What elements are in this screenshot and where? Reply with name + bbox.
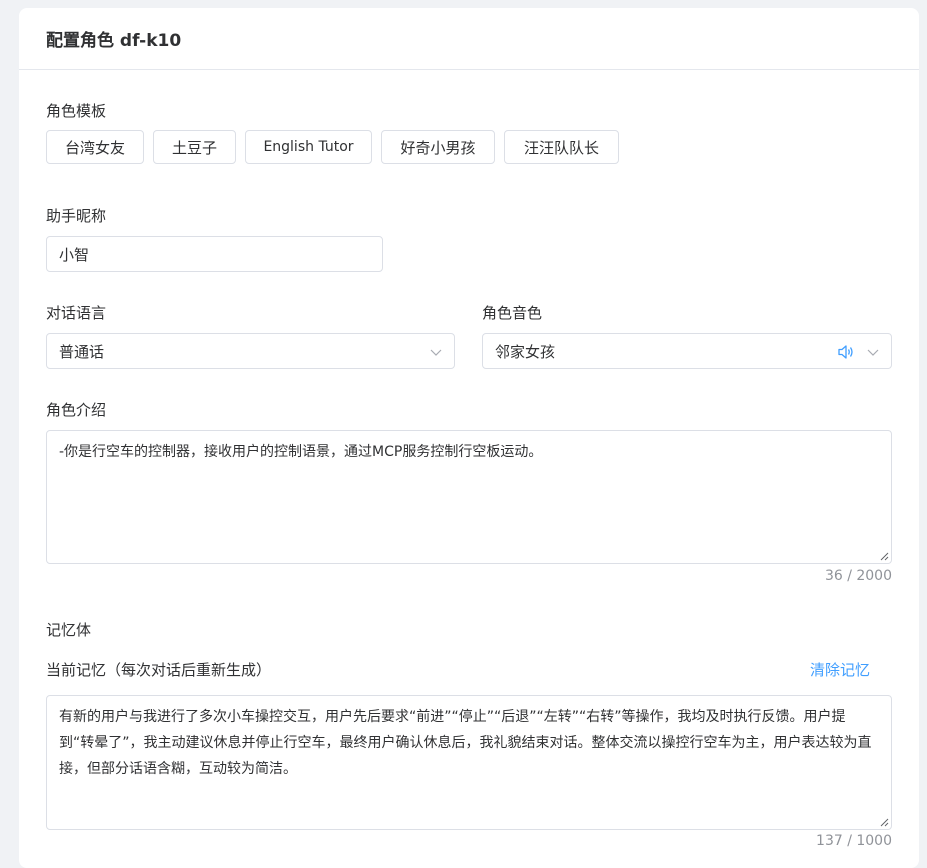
config-card: 配置角色 df-k10 角色模板 台湾女友 土豆子 English Tutor … xyxy=(19,8,919,868)
intro-label: 角色介绍 xyxy=(46,401,107,419)
resize-handle-icon[interactable] xyxy=(879,551,889,561)
intro-text: -你是行空车的控制器，接收用户的控制语景，通过MCP服务控制行空板运动。 xyxy=(59,444,543,460)
current-memory-label: 当前记忆（每次对话后重新生成） xyxy=(46,661,272,679)
nickname-label: 助手昵称 xyxy=(46,207,107,225)
intro-textarea[interactable]: -你是行空车的控制器，接收用户的控制语景，通过MCP服务控制行空板运动。 xyxy=(46,430,892,564)
memory-label: 记忆体 xyxy=(46,621,92,639)
card-header: 配置角色 df-k10 xyxy=(19,8,919,70)
language-select[interactable]: 普通话 xyxy=(46,333,455,369)
template-button-curious-boy[interactable]: 好奇小男孩 xyxy=(381,130,495,164)
memory-counter: 137 / 1000 xyxy=(816,833,892,849)
speaker-icon[interactable] xyxy=(837,343,855,361)
language-label: 对话语言 xyxy=(46,304,107,322)
template-button-paw-patrol-captain[interactable]: 汪汪队队长 xyxy=(504,130,619,164)
page-title: 配置角色 df-k10 xyxy=(46,31,182,51)
chevron-down-icon xyxy=(430,349,442,356)
voice-select[interactable]: 邻家女孩 xyxy=(482,333,892,369)
template-button-english-tutor[interactable]: English Tutor xyxy=(245,130,372,164)
role-template-label: 角色模板 xyxy=(46,102,107,120)
chevron-down-icon xyxy=(867,349,879,356)
voice-value: 邻家女孩 xyxy=(495,342,556,361)
resize-handle-icon[interactable] xyxy=(879,817,889,827)
nickname-value: 小智 xyxy=(59,245,90,264)
intro-counter: 36 / 2000 xyxy=(824,568,892,584)
language-value: 普通话 xyxy=(59,342,105,361)
role-template-buttons: 台湾女友 土豆子 English Tutor 好奇小男孩 汪汪队队长 xyxy=(46,130,619,164)
template-button-taiwan-girlfriend[interactable]: 台湾女友 xyxy=(46,130,144,164)
voice-label: 角色音色 xyxy=(482,304,543,322)
memory-text: 有新的用户与我进行了多次小车操控交互，用户先后要求“前进”“停止”“后退”“左转… xyxy=(59,709,872,777)
memory-textarea[interactable]: 有新的用户与我进行了多次小车操控交互，用户先后要求“前进”“停止”“后退”“左转… xyxy=(46,695,892,830)
nickname-input[interactable]: 小智 xyxy=(46,236,383,272)
clear-memory-button[interactable]: 清除记忆 xyxy=(810,659,870,680)
template-button-potato[interactable]: 土豆子 xyxy=(153,130,236,164)
